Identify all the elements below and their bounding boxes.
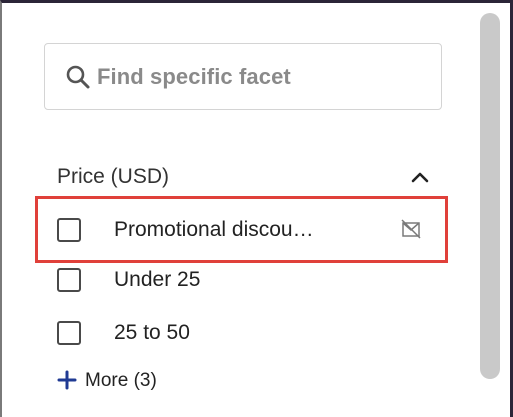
facet-item-25-to-50[interactable]: 25 to 50: [57, 318, 190, 348]
more-button[interactable]: More (3): [57, 370, 157, 392]
plus-icon: [57, 370, 79, 392]
facet-panel: Find specific facet Price (USD) Promotio…: [0, 0, 513, 417]
facet-item-under-25[interactable]: Under 25: [57, 265, 200, 295]
search-icon: [65, 64, 91, 90]
search-placeholder: Find specific facet: [97, 63, 291, 89]
facet-item-promotional-discount[interactable]: Promotional discou…: [57, 215, 437, 245]
facet-header[interactable]: Price (USD): [57, 159, 437, 195]
checkbox[interactable]: [57, 321, 81, 345]
facet-item-label: 25 to 50: [114, 321, 190, 344]
chevron-up-icon[interactable]: [409, 166, 431, 188]
facet-item-label: Promotional discou…: [114, 218, 314, 241]
facet-title: Price (USD): [57, 165, 170, 188]
scrollbar[interactable]: [480, 13, 500, 379]
more-label: More (3): [85, 370, 157, 391]
facet-item-label: Under 25: [114, 268, 201, 291]
checkbox[interactable]: [57, 218, 81, 242]
checkbox[interactable]: [57, 268, 81, 292]
exclude-icon[interactable]: [400, 218, 422, 240]
search-input[interactable]: Find specific facet: [44, 43, 442, 110]
